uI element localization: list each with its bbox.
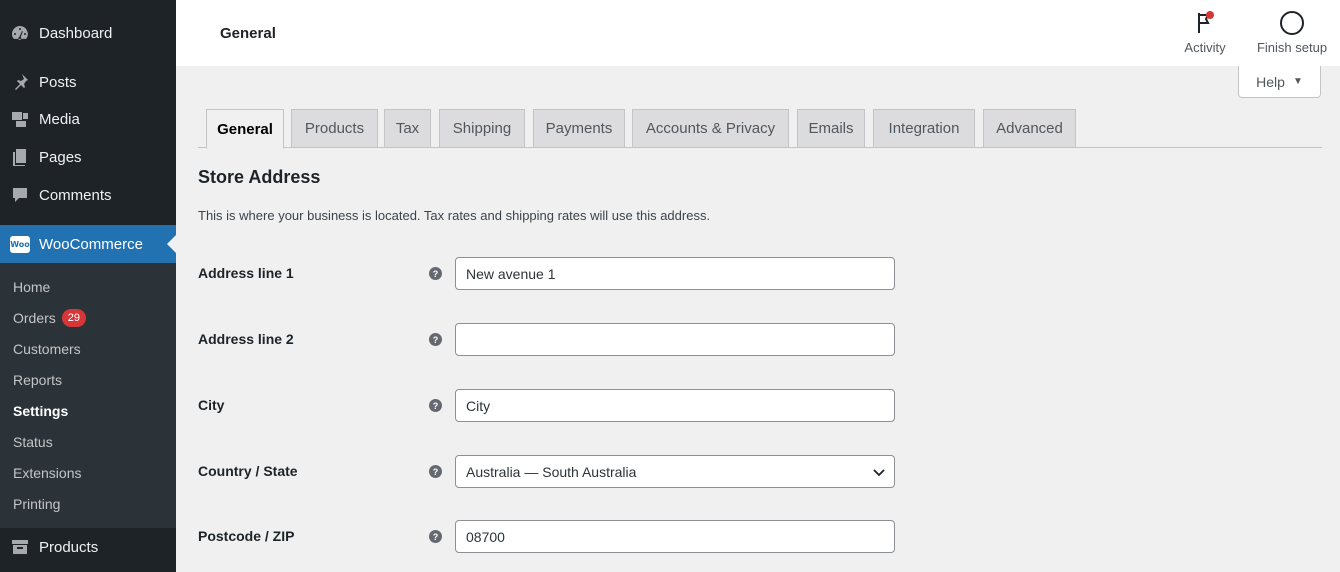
finish-setup-button[interactable]: Finish setup	[1253, 10, 1331, 55]
country-state-label: Country / State	[198, 463, 298, 479]
address-line-1-label: Address line 1	[198, 265, 294, 281]
tab-shipping[interactable]: Shipping	[439, 109, 525, 148]
address-line-2-label: Address line 2	[198, 331, 294, 347]
sidebar-item-dashboard[interactable]: Dashboard	[0, 14, 176, 52]
sidebar-item-woocommerce[interactable]: Woo WooCommerce	[0, 225, 176, 263]
pin-icon	[10, 72, 30, 92]
submenu-item-settings[interactable]: Settings	[0, 395, 176, 426]
woocommerce-submenu: Home Orders 29 Customers Reports Settings…	[0, 263, 176, 528]
tab-general[interactable]: General	[206, 109, 284, 149]
chevron-down-icon	[873, 469, 885, 477]
archive-icon	[10, 537, 30, 557]
page-title: General	[220, 25, 276, 42]
postcode-label: Postcode / ZIP	[198, 528, 295, 544]
submenu-item-status[interactable]: Status	[0, 426, 176, 457]
comment-icon	[10, 185, 30, 205]
flag-icon	[1198, 11, 1214, 33]
tab-emails[interactable]: Emails	[797, 109, 865, 148]
section-title: Store Address	[198, 167, 321, 187]
address-line-2-input[interactable]	[455, 323, 895, 356]
postcode-input[interactable]: 08700	[455, 520, 895, 553]
city-input[interactable]: City	[455, 389, 895, 422]
pages-icon	[10, 147, 30, 167]
tab-tax[interactable]: Tax	[384, 109, 431, 148]
address-line-1-input[interactable]: New avenue 1	[455, 257, 895, 290]
submenu-item-printing[interactable]: Printing	[0, 488, 176, 519]
city-label: City	[198, 397, 225, 413]
help-tip-icon[interactable]: ?	[429, 399, 442, 412]
sidebar-item-pages[interactable]: Pages	[0, 138, 176, 176]
tab-products[interactable]: Products	[291, 109, 378, 148]
page-header: General Activity Finish setup	[176, 0, 1340, 66]
dashboard-icon	[10, 23, 30, 43]
country-state-select[interactable]: Australia — South Australia	[455, 455, 895, 488]
sidebar-item-posts[interactable]: Posts	[0, 63, 176, 101]
activity-button[interactable]: Activity	[1180, 10, 1230, 55]
tab-payments[interactable]: Payments	[533, 109, 625, 148]
orders-count-badge: 29	[61, 308, 87, 327]
help-button[interactable]: Help ▼	[1238, 66, 1321, 98]
sidebar-item-label: Pages	[39, 148, 82, 166]
submenu-item-customers[interactable]: Customers	[0, 333, 176, 364]
sidebar-item-label: Products	[39, 538, 99, 556]
caret-down-icon: ▼	[1292, 76, 1303, 87]
tab-accounts-privacy[interactable]: Accounts & Privacy	[632, 109, 789, 148]
progress-circle-icon	[1280, 11, 1304, 35]
sidebar-item-media[interactable]: Media	[0, 100, 176, 138]
sidebar-item-label: WooCommerce	[39, 235, 143, 253]
help-tip-icon[interactable]: ?	[429, 267, 442, 280]
sidebar-item-label: Posts	[39, 73, 77, 91]
sidebar-item-label: Dashboard	[39, 24, 113, 42]
submenu-item-home[interactable]: Home	[0, 271, 176, 302]
tab-advanced[interactable]: Advanced	[983, 109, 1076, 148]
submenu-item-orders[interactable]: Orders 29	[0, 302, 176, 333]
submenu-item-extensions[interactable]: Extensions	[0, 457, 176, 488]
admin-sidebar: Dashboard Posts Media Pages Comments Woo…	[0, 0, 176, 572]
help-tip-icon[interactable]: ?	[429, 530, 442, 543]
woocommerce-icon: Woo	[10, 234, 30, 254]
tab-integration[interactable]: Integration	[873, 109, 975, 148]
section-description: This is where your business is located. …	[198, 208, 711, 223]
help-tip-icon[interactable]: ?	[429, 333, 442, 346]
sidebar-item-products[interactable]: Products	[0, 528, 176, 566]
media-icon	[10, 109, 30, 129]
sidebar-item-label: Media	[39, 110, 80, 128]
settings-tabs: General Products Tax Shipping Payments A…	[198, 108, 1322, 149]
help-tip-icon[interactable]: ?	[429, 465, 442, 478]
submenu-item-reports[interactable]: Reports	[0, 364, 176, 395]
sidebar-item-comments[interactable]: Comments	[0, 176, 176, 214]
sidebar-item-label: Comments	[39, 186, 112, 204]
